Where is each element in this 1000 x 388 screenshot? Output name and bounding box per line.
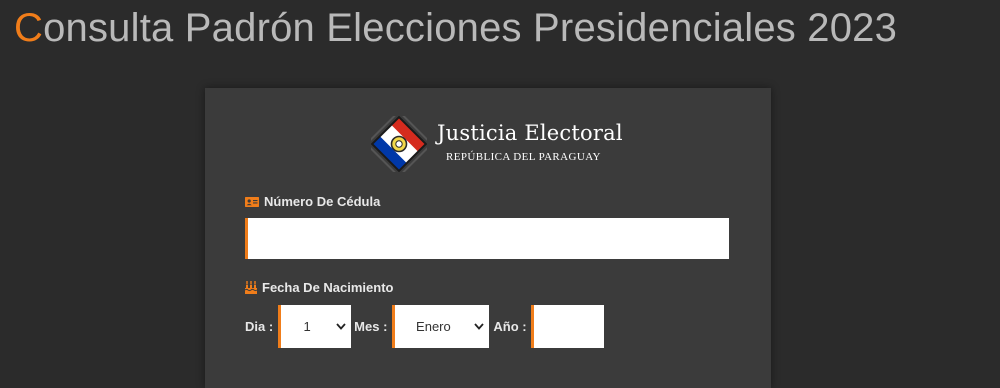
cedula-label-text: Número De Cédula [264,194,381,209]
mes-select[interactable]: Enero [392,305,490,348]
anio-label: Año : [493,319,527,334]
fecha-nacimiento-label-text: Fecha De Nacimiento [262,280,394,295]
id-card-icon [245,196,259,207]
cedula-input[interactable] [245,218,729,259]
chevron-down-icon [333,323,349,330]
page-title-text: onsulta Padrón Elecciones Presidenciales… [43,6,898,50]
page-title-initial: C [14,6,44,50]
anio-input[interactable] [530,305,604,348]
dia-select[interactable]: 1 [278,305,352,348]
fecha-nacimiento-row: Dia : 1 Mes : Enero Año : [245,305,604,348]
dia-select-value: 1 [303,319,311,334]
chevron-down-icon [471,323,487,330]
justicia-electoral-logo: Justicia Electoral REPÚBLICA DEL PARAGUA… [371,116,623,174]
page-title: Consulta Padrón Elecciones Presidenciale… [14,4,897,52]
cedula-label: Número De Cédula [245,194,380,209]
consulta-card: Justicia Electoral REPÚBLICA DEL PARAGUA… [205,88,771,388]
justicia-electoral-emblem-icon [371,116,427,172]
mes-select-value: Enero [416,319,451,334]
dia-label: Dia : [245,319,274,334]
mes-label: Mes : [354,319,388,334]
logo-subtitle: REPÚBLICA DEL PARAGUAY [446,151,601,163]
birthday-cake-icon [244,281,258,294]
logo-name: Justicia Electoral [437,121,623,145]
fecha-nacimiento-label: Fecha De Nacimiento [244,280,394,295]
